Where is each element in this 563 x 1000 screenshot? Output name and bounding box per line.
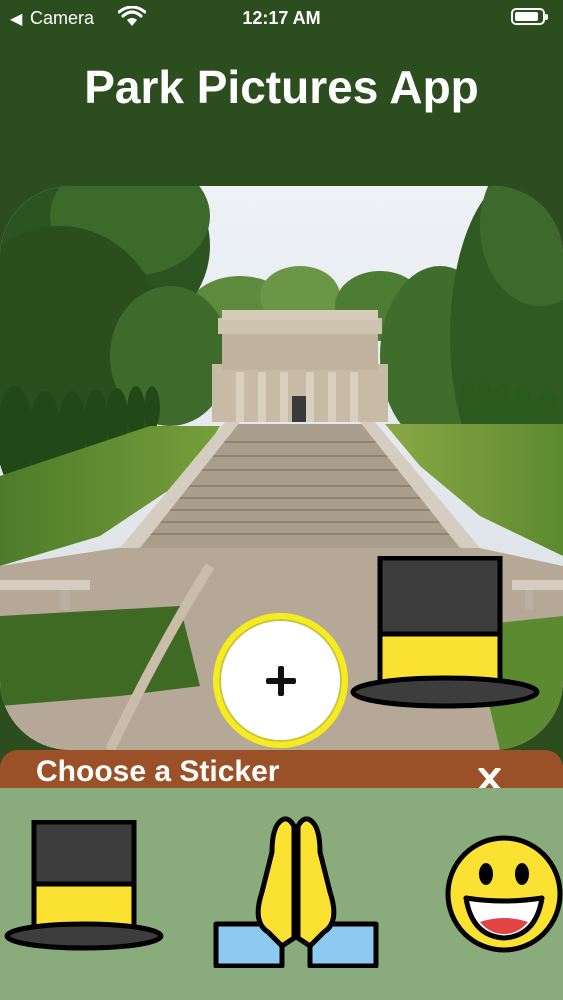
- sticker-panel-title: Choose a Sticker: [36, 755, 280, 788]
- sticker-panel-header: Choose a Sticker: [0, 750, 563, 790]
- add-sticker-button[interactable]: [213, 613, 348, 748]
- plus-icon: [265, 665, 296, 696]
- page-title: Park Pictures App: [84, 61, 479, 113]
- folded-hands-icon[interactable]: [212, 812, 380, 968]
- battery-icon: [511, 8, 548, 25]
- status-time: 12:17 AM: [242, 8, 321, 28]
- top-hat-icon[interactable]: [350, 556, 540, 716]
- top-hat-icon[interactable]: [4, 820, 164, 958]
- close-icon[interactable]: [476, 768, 502, 790]
- sticker-tray: [0, 788, 563, 1000]
- status-bar: ◀ Camera 12:17 AM: [0, 0, 563, 36]
- grinning-face-icon[interactable]: [444, 834, 563, 954]
